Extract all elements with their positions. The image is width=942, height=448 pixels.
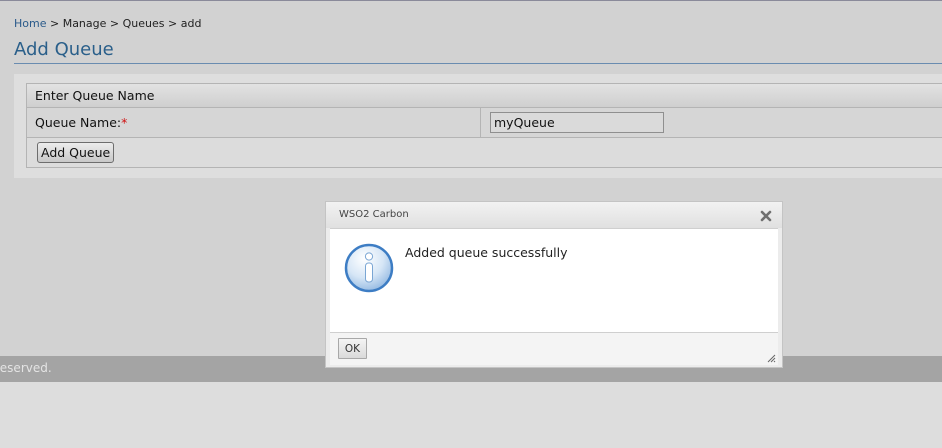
- ok-button[interactable]: OK: [338, 338, 367, 359]
- page-bottom: [0, 382, 942, 448]
- breadcrumb-manage: Manage: [62, 17, 107, 30]
- form-section-header: Enter Queue Name: [27, 84, 942, 108]
- add-queue-form: Enter Queue Name Queue Name:* Add Queue: [26, 83, 942, 168]
- dialog-message: Added queue successfully: [405, 245, 568, 260]
- dialog-button-bar: OK: [330, 333, 778, 365]
- dialog-body: Added queue successfully: [330, 228, 778, 333]
- form-actions: Add Queue: [27, 138, 942, 167]
- breadcrumb-separator: >: [109, 17, 120, 30]
- breadcrumb-queues: Queues: [122, 17, 165, 30]
- column-divider: [480, 108, 481, 138]
- info-icon: [344, 243, 394, 293]
- breadcrumb-separator: >: [49, 17, 60, 30]
- title-divider: [14, 63, 942, 64]
- breadcrumb-home-link[interactable]: Home: [14, 17, 46, 30]
- footer-copyright: Reserved.: [0, 361, 52, 375]
- dialog-title: WSO2 Carbon: [339, 209, 409, 220]
- resize-grip-icon[interactable]: [766, 353, 776, 363]
- required-marker: *: [121, 115, 128, 130]
- breadcrumb: Home > Manage > Queues > add: [14, 17, 201, 30]
- queue-name-input[interactable]: [490, 112, 664, 133]
- breadcrumb-current: add: [180, 17, 202, 30]
- queue-name-label: Queue Name:*: [35, 115, 128, 130]
- queue-name-row: Queue Name:*: [27, 108, 942, 138]
- close-icon[interactable]: [760, 210, 772, 222]
- add-queue-form-panel: Enter Queue Name Queue Name:* Add Queue: [14, 74, 942, 178]
- add-queue-button[interactable]: Add Queue: [37, 142, 115, 163]
- dialog-titlebar[interactable]: WSO2 Carbon: [326, 202, 782, 228]
- breadcrumb-separator: >: [168, 17, 178, 30]
- message-dialog: WSO2 Carbon Added queue successfully OK: [325, 201, 783, 368]
- page-title: Add Queue: [14, 39, 114, 60]
